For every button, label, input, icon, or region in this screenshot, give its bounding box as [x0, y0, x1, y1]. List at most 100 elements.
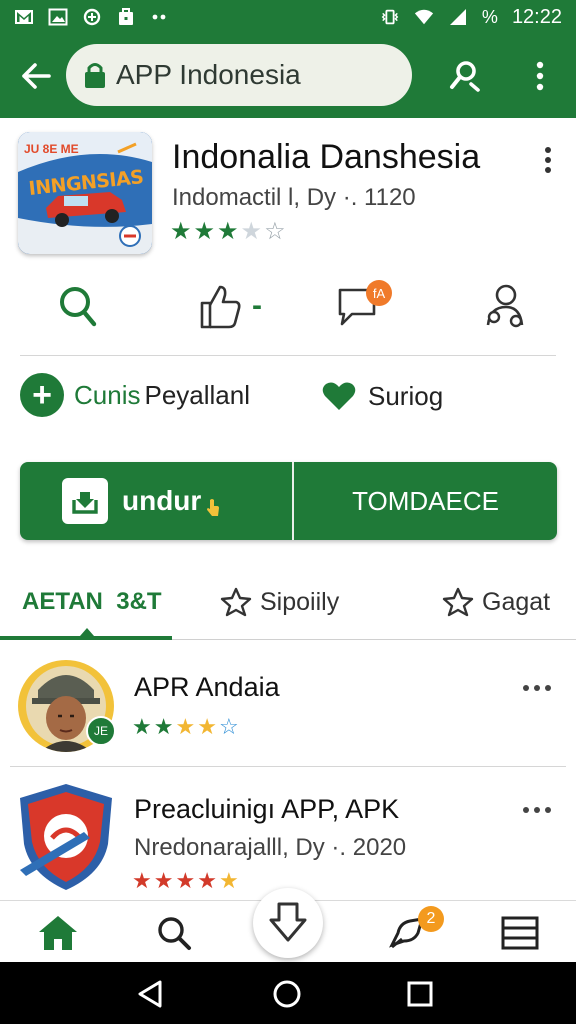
tab-second-label: Sipoiily: [260, 587, 340, 616]
app-store-page: % 12:22 APP Indonesia JU 8E ME INNGNSIAS…: [0, 0, 576, 1024]
comment-action[interactable]: fA: [336, 278, 392, 334]
more-horiz-icon: [523, 685, 551, 691]
back-arrow-icon: [22, 63, 51, 89]
heart-icon: [322, 382, 356, 410]
share-person-icon: [486, 284, 524, 328]
vibrate-icon: [381, 9, 399, 25]
briefcase-icon: [119, 8, 133, 25]
tab-caret: [80, 628, 94, 636]
status-bar: % 12:22: [0, 0, 576, 34]
search-icon: [60, 287, 97, 327]
follow-button[interactable]: + Cunis Peyallanl: [20, 372, 250, 418]
tab-indicator: [0, 636, 172, 640]
star-icon: ★: [175, 714, 196, 739]
status-left: [14, 8, 170, 26]
star-icon: ★: [197, 868, 217, 893]
nav-menu[interactable]: [498, 913, 542, 953]
like-count: -: [252, 289, 262, 322]
battery-percent: %: [481, 6, 498, 27]
image-icon: [48, 8, 68, 26]
app-developer: Indomactil l, Dy ·. 1120: [172, 184, 416, 211]
secondary-button[interactable]: TOMDAECE: [294, 462, 557, 540]
avatar-badge: JE: [86, 716, 116, 746]
star-icon: ★: [170, 218, 192, 245]
tab-third-label: Gagat: [482, 587, 551, 616]
follow-label-green: Cunis: [74, 379, 141, 410]
list-item-more-button[interactable]: [520, 676, 554, 700]
like-action[interactable]: -: [198, 278, 262, 334]
download-label: undur: [122, 485, 202, 516]
home-icon: [39, 916, 77, 950]
app-rating-stars: ★ ★ ★ ★ ☆: [170, 220, 286, 244]
star-icon: ★: [193, 218, 216, 245]
search-icon: [158, 917, 191, 950]
tab-third[interactable]: Gagat: [442, 582, 550, 622]
more-horiz-icon: [523, 807, 551, 813]
plus-icon: +: [20, 373, 64, 417]
more-vert-icon: [536, 61, 544, 91]
star-outline-icon: [220, 587, 252, 617]
list-item-stars: ★ ★ ★ ★ ☆: [132, 716, 239, 738]
data-saver-icon: [83, 8, 101, 26]
download-button[interactable]: undur: [20, 462, 292, 540]
list-item-stars: ★ ★ ★ ★ ★: [132, 870, 239, 892]
list-item[interactable]: JE APR Andaia ★ ★ ★ ★ ☆: [0, 650, 576, 766]
app-bar: APP Indonesia: [0, 34, 576, 118]
avatar-badge-text: JE: [93, 724, 108, 738]
download-icon: [269, 902, 307, 942]
hand-cursor-icon: [207, 499, 220, 516]
overflow-menu-button[interactable]: [520, 54, 560, 98]
wifi-icon: [414, 9, 434, 25]
app-icon[interactable]: JU 8E ME INNGNSIAS: [18, 132, 152, 254]
thumbs-up-icon: [200, 285, 241, 329]
list-item-subtitle: Nredonarajalll, Dy ·. 2020: [134, 834, 407, 861]
star-icon: ★: [197, 714, 217, 739]
list-item-title: APR Andaia: [134, 672, 280, 702]
search-button[interactable]: [442, 54, 488, 98]
star-outline-icon: ☆: [218, 714, 239, 739]
list-item[interactable]: Preacluinigı APP, APK Nredonarajalll, Dy…: [0, 772, 576, 898]
search-icon: [450, 61, 480, 92]
star-icon: ★: [132, 714, 152, 739]
favorite-label: Suriog: [368, 380, 444, 411]
comment-badge: fA: [366, 280, 392, 306]
app-title: Indonalia Danshesia: [172, 138, 481, 176]
nav-home[interactable]: [36, 913, 80, 953]
status-time: 12:22: [511, 5, 562, 28]
system-nav-bar: [0, 962, 576, 1024]
signal-icon: [449, 9, 466, 25]
share-action[interactable]: [484, 278, 526, 334]
star-icon: ★: [217, 218, 239, 245]
system-home-button[interactable]: [269, 976, 305, 1012]
app-more-button[interactable]: [534, 142, 562, 178]
favorite-button[interactable]: Suriog: [322, 374, 443, 418]
star-icon: ★: [175, 868, 196, 893]
tab-first-label: AETAN 3&T: [22, 588, 162, 615]
back-button[interactable]: [14, 54, 58, 98]
star-outline-icon: ☆: [264, 218, 286, 245]
tab-first[interactable]: AETAN 3&T: [22, 582, 162, 622]
address-text: APP Indonesia: [116, 59, 301, 90]
divider: [20, 355, 556, 356]
address-bar[interactable]: APP Indonesia: [66, 44, 412, 106]
status-right: % 12:22: [380, 6, 562, 29]
install-button-group: undur TOMDAECE: [20, 462, 557, 540]
menu-icon: [501, 916, 539, 950]
app-icon-top-text: JU 8E ME: [24, 142, 79, 156]
triangle-back-icon: [138, 980, 162, 1008]
search-action[interactable]: [58, 278, 98, 334]
system-recents-button[interactable]: [402, 976, 438, 1012]
star-outline-icon: [442, 587, 474, 617]
star-icon: ★: [218, 868, 239, 893]
tab-second[interactable]: Sipoiily: [220, 582, 339, 622]
chat-badge: 2: [418, 906, 444, 932]
list-item-more-button[interactable]: [520, 798, 554, 822]
system-back-button[interactable]: [132, 976, 168, 1012]
action-row: - fA: [0, 278, 576, 338]
nav-search[interactable]: [152, 913, 196, 953]
star-icon: ★: [153, 714, 174, 739]
download-tray-icon: [62, 478, 108, 524]
gmail-icon: [15, 10, 33, 24]
more-dots-icon: [152, 14, 166, 20]
download-fab[interactable]: [253, 888, 323, 958]
